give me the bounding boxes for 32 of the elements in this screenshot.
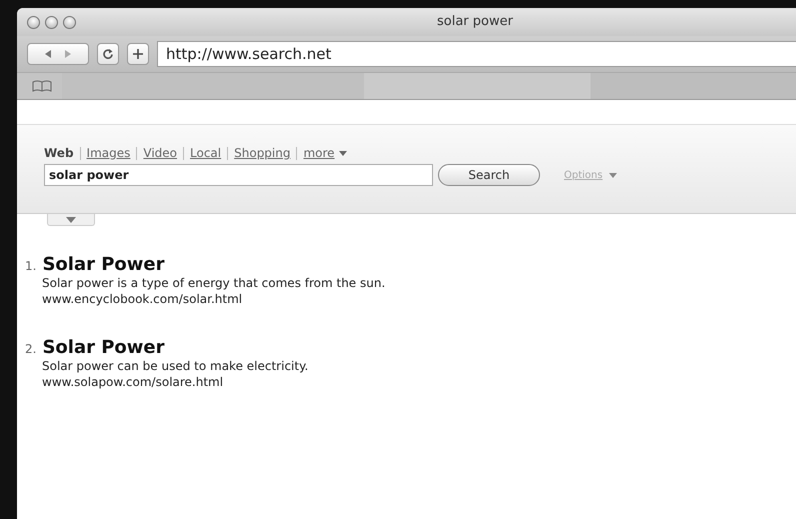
result-title[interactable]: Solar Power bbox=[42, 254, 165, 275]
result-number: 1. bbox=[25, 259, 36, 273]
search-tab[interactable]: Video bbox=[143, 146, 178, 160]
search-tab[interactable]: Local bbox=[190, 146, 222, 160]
minimize-button[interactable] bbox=[45, 16, 58, 28]
result-number: 2. bbox=[25, 342, 36, 356]
reload-icon bbox=[102, 48, 114, 60]
back-forward-button[interactable] bbox=[27, 43, 89, 65]
result-snippet: Solar power can be used to make electricity. bbox=[42, 358, 310, 374]
window-title: solar power bbox=[437, 14, 513, 29]
caret-icon bbox=[608, 172, 617, 178]
zoom-button[interactable] bbox=[63, 16, 76, 28]
result-url[interactable]: www.encyclobook.com/solar.html bbox=[42, 291, 796, 307]
address-field[interactable]: http://www.search.net bbox=[157, 41, 796, 67]
reload-button[interactable] bbox=[97, 43, 119, 65]
search-tab[interactable]: Images bbox=[86, 146, 130, 160]
close-button[interactable] bbox=[27, 16, 40, 28]
result-url[interactable]: www.solapow.com/solare.html bbox=[42, 374, 796, 390]
add-bookmark-button[interactable] bbox=[127, 43, 149, 65]
result-title[interactable]: Solar Power bbox=[42, 337, 165, 358]
caret-icon bbox=[338, 150, 347, 156]
collapse-tab[interactable] bbox=[47, 214, 95, 226]
result-snippet: Solar power is a type of energy that comes from the sun. bbox=[42, 275, 386, 291]
search-tab[interactable]: Shopping bbox=[234, 146, 290, 160]
search-button[interactable]: Search bbox=[438, 164, 540, 186]
search-field[interactable]: solar power bbox=[44, 164, 433, 186]
search-tab[interactable]: more bbox=[303, 146, 335, 160]
search-tab[interactable]: Web bbox=[44, 146, 74, 160]
back-forward-arrows-icon bbox=[43, 49, 73, 59]
book-icon[interactable] bbox=[32, 80, 52, 92]
caret-icon bbox=[66, 216, 76, 222]
plus-icon bbox=[132, 48, 144, 60]
